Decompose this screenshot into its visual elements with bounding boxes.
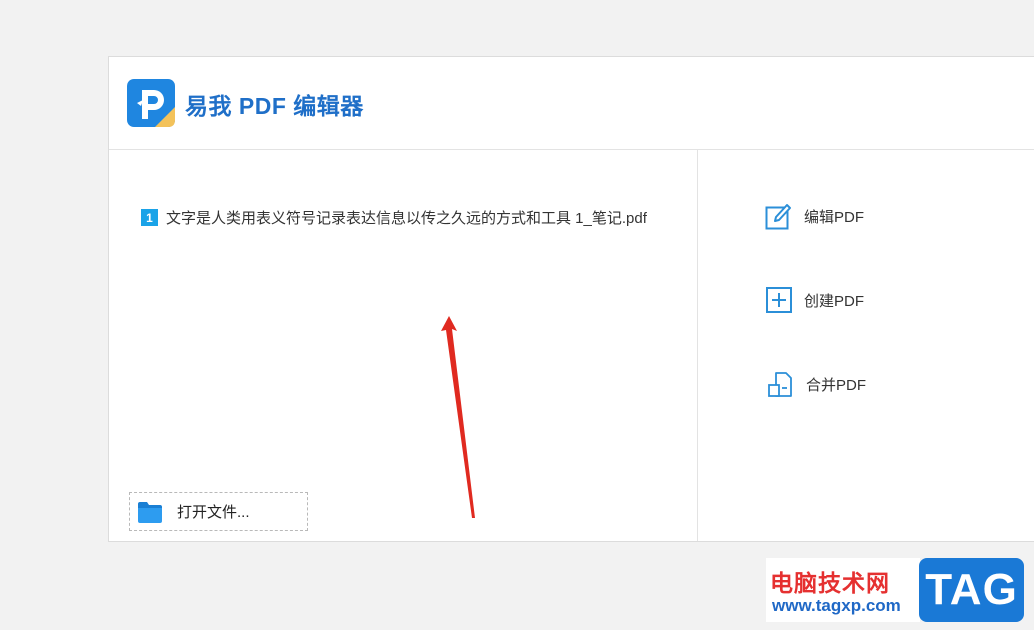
- plus-square-icon: [766, 287, 792, 313]
- watermark-url: www.tagxp.com: [772, 596, 901, 615]
- recent-file-number: 1: [141, 209, 158, 226]
- recent-files-pane: 1 文字是人类用表义符号记录表达信息以传之久远的方式和工具 1_笔记.pdf 打…: [109, 150, 698, 541]
- recent-file-name: 文字是人类用表义符号记录表达信息以传之久远的方式和工具 1_笔记.pdf: [166, 210, 647, 227]
- watermark-tag-badge: TAG: [919, 558, 1024, 622]
- recent-file-item[interactable]: 1 文字是人类用表义符号记录表达信息以传之久远的方式和工具 1_笔记.pdf: [141, 207, 647, 228]
- edit-pdf-button[interactable]: 编辑PDF: [765, 202, 864, 230]
- merge-pdf-label: 合并PDF: [806, 376, 867, 394]
- app-window: 易我 PDF 编辑器 1 文字是人类用表义符号记录表达信息以传之久远的方式和工具…: [108, 56, 1034, 542]
- edit-pdf-label: 编辑PDF: [804, 208, 865, 226]
- site-watermark: 电脑技术网 www.tagxp.com TAG: [766, 558, 1024, 622]
- app-header: 易我 PDF 编辑器: [109, 57, 1034, 150]
- watermark-text-box: 电脑技术网 www.tagxp.com: [766, 558, 920, 622]
- app-title: 易我 PDF 编辑器: [185, 93, 364, 119]
- folder-icon: [138, 501, 162, 523]
- create-pdf-button[interactable]: 创建PDF: [765, 286, 864, 314]
- open-file-label: 打开文件...: [177, 504, 250, 521]
- merge-pdf-button[interactable]: 合并PDF: [767, 370, 866, 398]
- app-logo-icon: [127, 79, 175, 127]
- create-pdf-label: 创建PDF: [804, 292, 865, 310]
- edit-pdf-icon: [765, 204, 791, 230]
- open-file-button[interactable]: 打开文件...: [129, 492, 308, 531]
- watermark-site-name: 电脑技术网: [770, 570, 890, 596]
- merge-pdf-icon: [768, 372, 792, 397]
